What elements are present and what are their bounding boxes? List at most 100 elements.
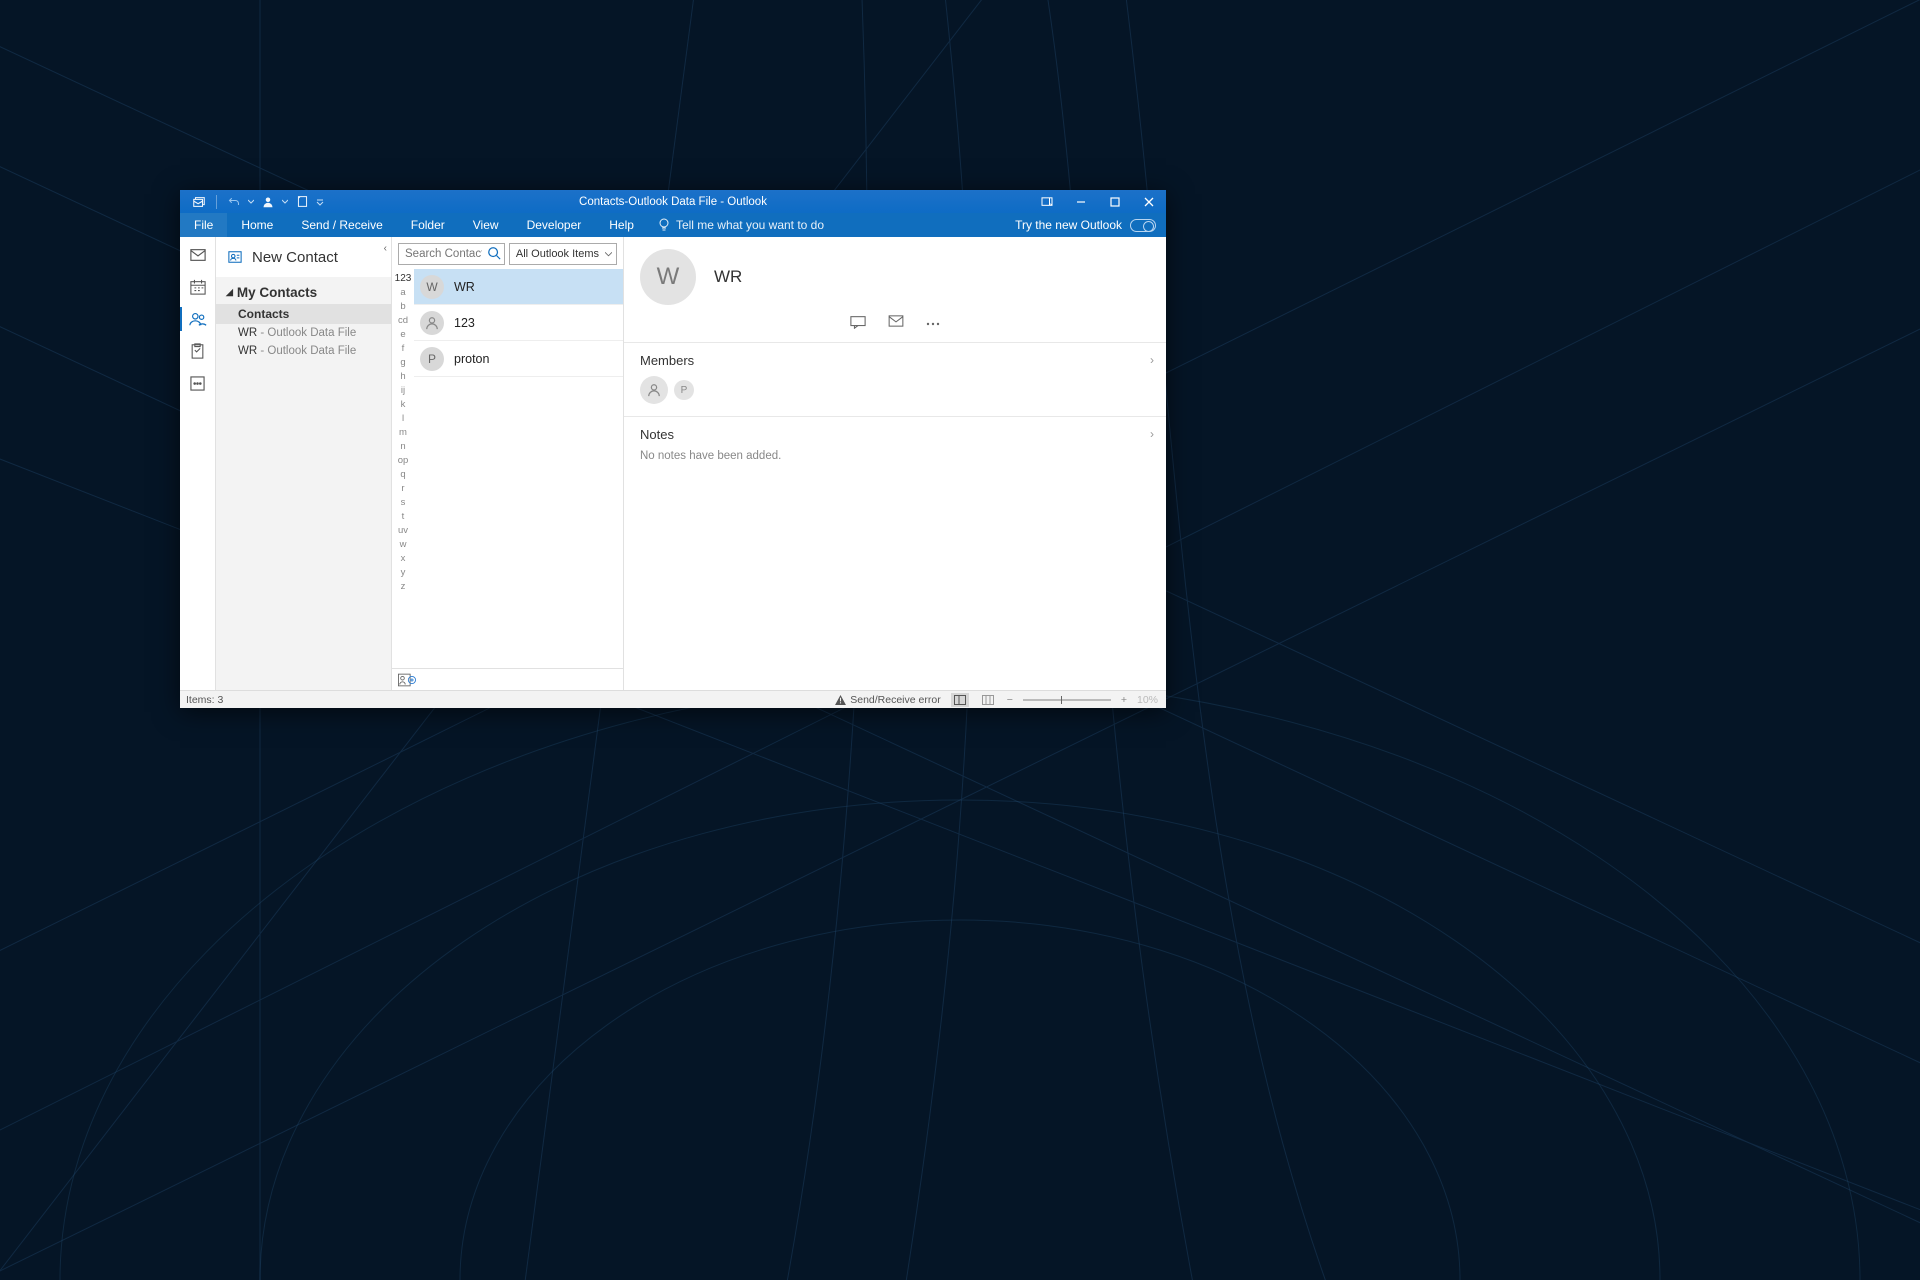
az-y[interactable]: y <box>401 567 406 578</box>
az-cd[interactable]: cd <box>398 315 408 326</box>
qat-send-receive-all-icon[interactable] <box>188 192 210 212</box>
nav-rail <box>180 237 216 690</box>
az-g[interactable]: g <box>400 357 405 368</box>
contact-list-pane: All Outlook Items 123 ab cd efgh ij klmn op qrs… <box>392 237 624 690</box>
people-pane-icon[interactable] <box>398 673 416 687</box>
az-z[interactable]: z <box>401 581 406 592</box>
qat-profile-icon[interactable] <box>257 192 279 212</box>
notes-empty-text: No notes have been added. <box>640 450 1150 462</box>
new-contact-label: New Contact <box>252 249 338 266</box>
az-op[interactable]: op <box>398 455 409 466</box>
contact-card-wr[interactable]: W WR <box>414 269 623 305</box>
my-contacts-header[interactable]: ◢ My Contacts <box>216 281 391 304</box>
folder-contacts[interactable]: Contacts <box>216 304 391 324</box>
member-avatar[interactable] <box>640 376 668 404</box>
folder-pane: New Contact ‹ ◢ My Contacts Contacts WR … <box>216 237 392 690</box>
qat-undo-icon[interactable] <box>223 192 245 212</box>
members-section[interactable]: Members › P <box>624 342 1166 416</box>
close-button[interactable] <box>1132 190 1166 213</box>
contact-card-123[interactable]: 123 <box>414 305 623 341</box>
more-icon[interactable] <box>926 315 940 332</box>
az-h[interactable]: h <box>400 371 405 382</box>
minimize-button[interactable] <box>1064 190 1098 213</box>
tab-help[interactable]: Help <box>595 213 648 237</box>
az-a[interactable]: a <box>400 287 405 298</box>
chevron-down-icon <box>605 252 612 257</box>
try-new-outlook-toggle[interactable] <box>1130 219 1156 232</box>
az-t[interactable]: t <box>402 511 405 522</box>
collapse-folder-pane-icon[interactable]: ‹ <box>382 241 389 256</box>
rail-tasks[interactable] <box>180 335 216 367</box>
rail-mail[interactable] <box>180 239 216 271</box>
new-contact-icon <box>228 250 242 264</box>
member-avatar[interactable]: P <box>674 380 694 400</box>
zoom-out-icon[interactable]: − <box>1007 694 1013 706</box>
az-q[interactable]: q <box>400 469 405 480</box>
lightbulb-icon <box>658 218 670 232</box>
ribbon-display-options-icon[interactable] <box>1030 190 1064 213</box>
contact-avatar-large: W <box>640 249 696 305</box>
az-m[interactable]: m <box>399 427 407 438</box>
az-n[interactable]: n <box>400 441 405 452</box>
az-s[interactable]: s <box>401 497 406 508</box>
zoom-slider[interactable] <box>1023 699 1111 701</box>
az-x[interactable]: x <box>401 553 406 564</box>
send-receive-error[interactable]: Send/Receive error <box>835 694 940 706</box>
qat-backstage-icon[interactable] <box>291 192 313 212</box>
search-scope-dropdown[interactable]: All Outlook Items <box>509 243 617 265</box>
tab-folder[interactable]: Folder <box>397 213 459 237</box>
az-w[interactable]: w <box>400 539 407 550</box>
ribbon: File Home Send / Receive Folder View Dev… <box>180 213 1166 237</box>
az-123[interactable]: 123 <box>395 273 412 284</box>
rail-calendar[interactable] <box>180 271 216 303</box>
person-icon <box>425 316 439 330</box>
view-reading-icon[interactable] <box>979 693 997 707</box>
rail-more[interactable] <box>180 367 216 399</box>
tab-view[interactable]: View <box>459 213 513 237</box>
search-scope-label: All Outlook Items <box>516 248 599 260</box>
folder-wr-1[interactable]: WR - Outlook Data File <box>216 324 391 342</box>
notes-section[interactable]: Notes › No notes have been added. <box>624 416 1166 474</box>
avatar: W <box>420 275 444 299</box>
tab-send-receive[interactable]: Send / Receive <box>287 213 396 237</box>
az-k[interactable]: k <box>401 399 406 410</box>
tab-file[interactable]: File <box>180 213 227 237</box>
maximize-button[interactable] <box>1098 190 1132 213</box>
view-normal-icon[interactable] <box>951 693 969 707</box>
tab-developer[interactable]: Developer <box>513 213 596 237</box>
az-b[interactable]: b <box>400 301 405 312</box>
qat-customize-dropdown[interactable] <box>315 192 325 212</box>
az-r[interactable]: r <box>401 483 404 494</box>
az-uv[interactable]: uv <box>398 525 408 536</box>
notes-title: Notes <box>640 427 1150 442</box>
status-item-count: Items: 3 <box>186 694 223 706</box>
qat-profile-dropdown[interactable] <box>281 192 289 212</box>
az-f[interactable]: f <box>402 343 405 354</box>
rail-people[interactable] <box>180 303 216 335</box>
email-icon[interactable] <box>888 315 904 332</box>
az-e[interactable]: e <box>400 329 405 340</box>
person-icon <box>647 383 661 397</box>
new-contact-button[interactable]: New Contact <box>216 237 391 277</box>
az-l[interactable]: l <box>402 413 404 424</box>
contact-name: 123 <box>454 316 475 330</box>
caret-down-icon: ◢ <box>226 287 233 298</box>
tell-me[interactable]: Tell me what you want to do <box>648 213 824 237</box>
contact-display-name: WR <box>714 267 742 287</box>
zoom-in-icon[interactable]: + <box>1121 694 1127 706</box>
qat-undo-dropdown[interactable] <box>247 192 255 212</box>
alphabet-index[interactable]: 123 ab cd efgh ij klmn op qrst uv wxyz <box>392 269 414 668</box>
titlebar: Contacts-Outlook Data File - Outlook <box>180 190 1166 213</box>
outlook-window: Contacts-Outlook Data File - Outlook Fil… <box>180 190 1166 708</box>
az-ij[interactable]: ij <box>401 385 405 396</box>
status-bar: Items: 3 Send/Receive error − + 10% <box>180 690 1166 708</box>
warning-icon <box>835 695 846 705</box>
tab-home[interactable]: Home <box>227 213 287 237</box>
search-icon[interactable] <box>487 246 501 260</box>
qat-separator <box>216 195 217 209</box>
contact-card-proton[interactable]: P proton <box>414 341 623 377</box>
contact-name: proton <box>454 352 489 366</box>
chat-icon[interactable] <box>850 315 866 332</box>
folder-wr-2[interactable]: WR - Outlook Data File <box>216 342 391 360</box>
tell-me-label: Tell me what you want to do <box>676 218 824 232</box>
